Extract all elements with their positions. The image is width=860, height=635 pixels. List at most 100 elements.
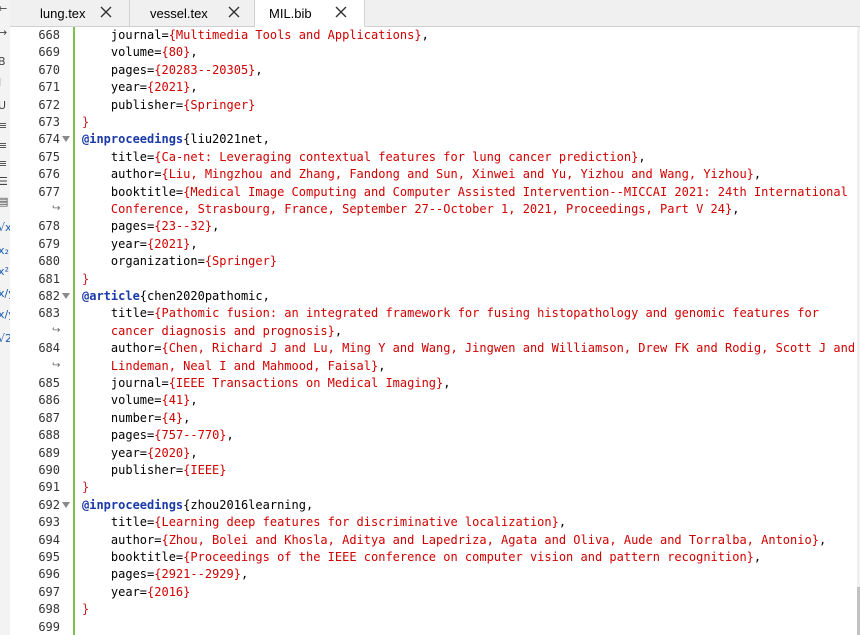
field-value: {IEEE} <box>183 463 227 477</box>
code-line[interactable]: 682 @article{chen2020pathomic, <box>0 288 860 305</box>
field-value: {2921--2929} <box>154 567 241 582</box>
field-separator: , <box>190 445 198 460</box>
field-name: pages= <box>110 428 155 443</box>
close-icon[interactable] <box>227 5 241 19</box>
tab-lung-tex[interactable]: lung.tex <box>10 0 130 27</box>
code-line[interactable]: 678 pages={23--32}, <box>0 218 860 235</box>
field-value: {Multimedia Tools and Applications} <box>168 28 422 42</box>
code-line[interactable]: 698} <box>0 601 860 618</box>
field-name: title= <box>110 149 155 164</box>
code-text: } <box>82 114 89 131</box>
code-line[interactable]: 674 @inproceedings{liu2021net, <box>0 131 860 148</box>
field-name: booktitle= <box>110 550 184 564</box>
fold-toggle-icon[interactable] <box>62 501 70 508</box>
code-line[interactable]: 693 title={Learning deep features for di… <box>0 514 860 531</box>
code-line[interactable]: 688 pages={757--770}, <box>0 427 860 444</box>
code-text: organization={Springer} <box>82 253 277 270</box>
code-text: pages={23--32}, <box>82 218 219 235</box>
close-icon[interactable] <box>334 5 348 19</box>
code-line[interactable]: 670 pages={20283--20305}, <box>0 62 860 79</box>
fold-toggle-icon[interactable] <box>62 293 70 299</box>
code-line[interactable]: 683 title={Pathomic fusion: an integrate… <box>0 305 860 322</box>
field-separator: , <box>255 62 263 77</box>
line-number: 696 <box>38 567 60 582</box>
field-value: {757--770} <box>154 428 227 443</box>
code-line[interactable]: 669 volume={80}, <box>0 44 860 61</box>
code-line[interactable]: 699 <box>0 619 860 635</box>
code-line[interactable]: 690 publisher={IEEE} <box>0 462 860 479</box>
field-separator: , <box>732 202 740 216</box>
code-line[interactable]: ↪ cancer diagnosis and prognosis}, <box>0 323 860 340</box>
citation-key: {chen2020pathomic, <box>139 289 270 303</box>
code-text: journal={Multimedia Tools and Applicatio… <box>82 27 429 44</box>
field-value: {Proceedings of the IEEE conference on c… <box>183 550 754 564</box>
code-line[interactable]: 676 author={Liu, Mingzhou and Zhang, Fan… <box>0 166 860 183</box>
line-number: 674 <box>38 132 60 147</box>
code-line[interactable]: 673} <box>0 114 860 131</box>
citation-key: {liu2021net, <box>183 132 270 147</box>
code-text: year={2016} <box>82 584 190 601</box>
code-line[interactable]: 685 journal={IEEE Transactions on Medica… <box>0 375 860 392</box>
field-separator: , <box>212 219 220 234</box>
field-value: {IEEE Transactions on Medical Imaging} <box>168 376 444 390</box>
field-name: year= <box>110 445 148 460</box>
code-text: @inproceedings{zhou2016learning, <box>82 497 313 514</box>
field-separator: , <box>226 428 234 443</box>
field-name: author= <box>110 341 162 356</box>
code-line[interactable]: 691} <box>0 479 860 496</box>
line-number: 675 <box>38 149 60 164</box>
code-line[interactable]: 694 author={Zhou, Bolei and Khosla, Adit… <box>0 532 860 549</box>
tab-mil-bib[interactable]: MIL.bib <box>255 0 365 27</box>
toolbar-icon[interactable]: ← <box>0 3 10 15</box>
field-name: pages= <box>110 62 155 77</box>
tab-label: lung.tex <box>40 6 86 21</box>
tab-vessel-tex[interactable]: vessel.tex <box>130 0 255 27</box>
close-icon[interactable] <box>99 5 113 19</box>
code-line[interactable]: 672 publisher={Springer} <box>0 97 860 114</box>
code-line[interactable]: ↪ Conference, Strasbourg, France, Septem… <box>0 201 860 218</box>
field-value: {2020} <box>147 445 191 460</box>
fold-toggle-icon[interactable] <box>62 136 70 143</box>
code-line[interactable]: 681} <box>0 271 860 288</box>
field-name: author= <box>110 167 162 182</box>
code-line[interactable]: 687 number={4}, <box>0 410 860 427</box>
code-line[interactable]: 668 journal={Multimedia Tools and Applic… <box>0 27 860 44</box>
field-name: organization= <box>110 254 205 269</box>
line-number: 688 <box>38 428 60 443</box>
code-line[interactable]: 686 volume={41}, <box>0 392 860 409</box>
field-separator: , <box>818 532 827 547</box>
field-name: year= <box>110 80 148 95</box>
field-value: {2021} <box>147 236 191 251</box>
tab-label: vessel.tex <box>150 6 208 21</box>
field-separator: , <box>378 358 386 373</box>
line-number: 679 <box>38 236 60 251</box>
code-line[interactable]: 692 @inproceedings{zhou2016learning, <box>0 497 860 514</box>
field-separator: , <box>421 28 429 42</box>
field-value: {Springer} <box>183 97 256 112</box>
line-number: 680 <box>38 254 60 269</box>
line-number: 692 <box>38 497 60 512</box>
code-line[interactable]: 675 title={Ca-net: Leveraging contextual… <box>0 149 860 166</box>
code-editor[interactable]: 668 journal={Multimedia Tools and Applic… <box>0 27 860 635</box>
code-line[interactable]: 679 year={2021}, <box>0 236 860 253</box>
code-line[interactable]: 677 booktitle={Medical Image Computing a… <box>0 184 860 201</box>
wrap-indicator-icon: ↪ <box>52 359 61 371</box>
code-line[interactable]: ↪ Lindeman, Neal I and Mahmood, Faisal}, <box>0 358 860 375</box>
field-name: volume= <box>110 45 162 60</box>
line-number: 670 <box>38 62 60 77</box>
code-line[interactable]: 695 booktitle={Proceedings of the IEEE c… <box>0 549 860 566</box>
code-line[interactable]: 696 pages={2921--2929}, <box>0 566 860 583</box>
field-name: publisher= <box>110 97 184 112</box>
line-number: 690 <box>38 463 60 477</box>
code-line[interactable]: 684 author={Chen, Richard J and Lu, Ming… <box>0 340 860 357</box>
code-line[interactable]: 689 year={2020}, <box>0 445 860 462</box>
code-line[interactable]: 680 organization={Springer} <box>0 253 860 270</box>
code-text: } <box>82 271 89 288</box>
line-number: 699 <box>38 619 60 634</box>
field-name: journal= <box>110 28 169 42</box>
wrap-indicator-icon: ↪ <box>52 324 61 336</box>
field-value: {Liu, Mingzhou and Zhang, Fandong and Su… <box>161 167 754 182</box>
field-value-continued: Lindeman, Neal I and Mahmood, Faisal} <box>110 358 379 373</box>
code-line[interactable]: 697 year={2016} <box>0 584 860 601</box>
code-line[interactable]: 671 year={2021}, <box>0 79 860 96</box>
